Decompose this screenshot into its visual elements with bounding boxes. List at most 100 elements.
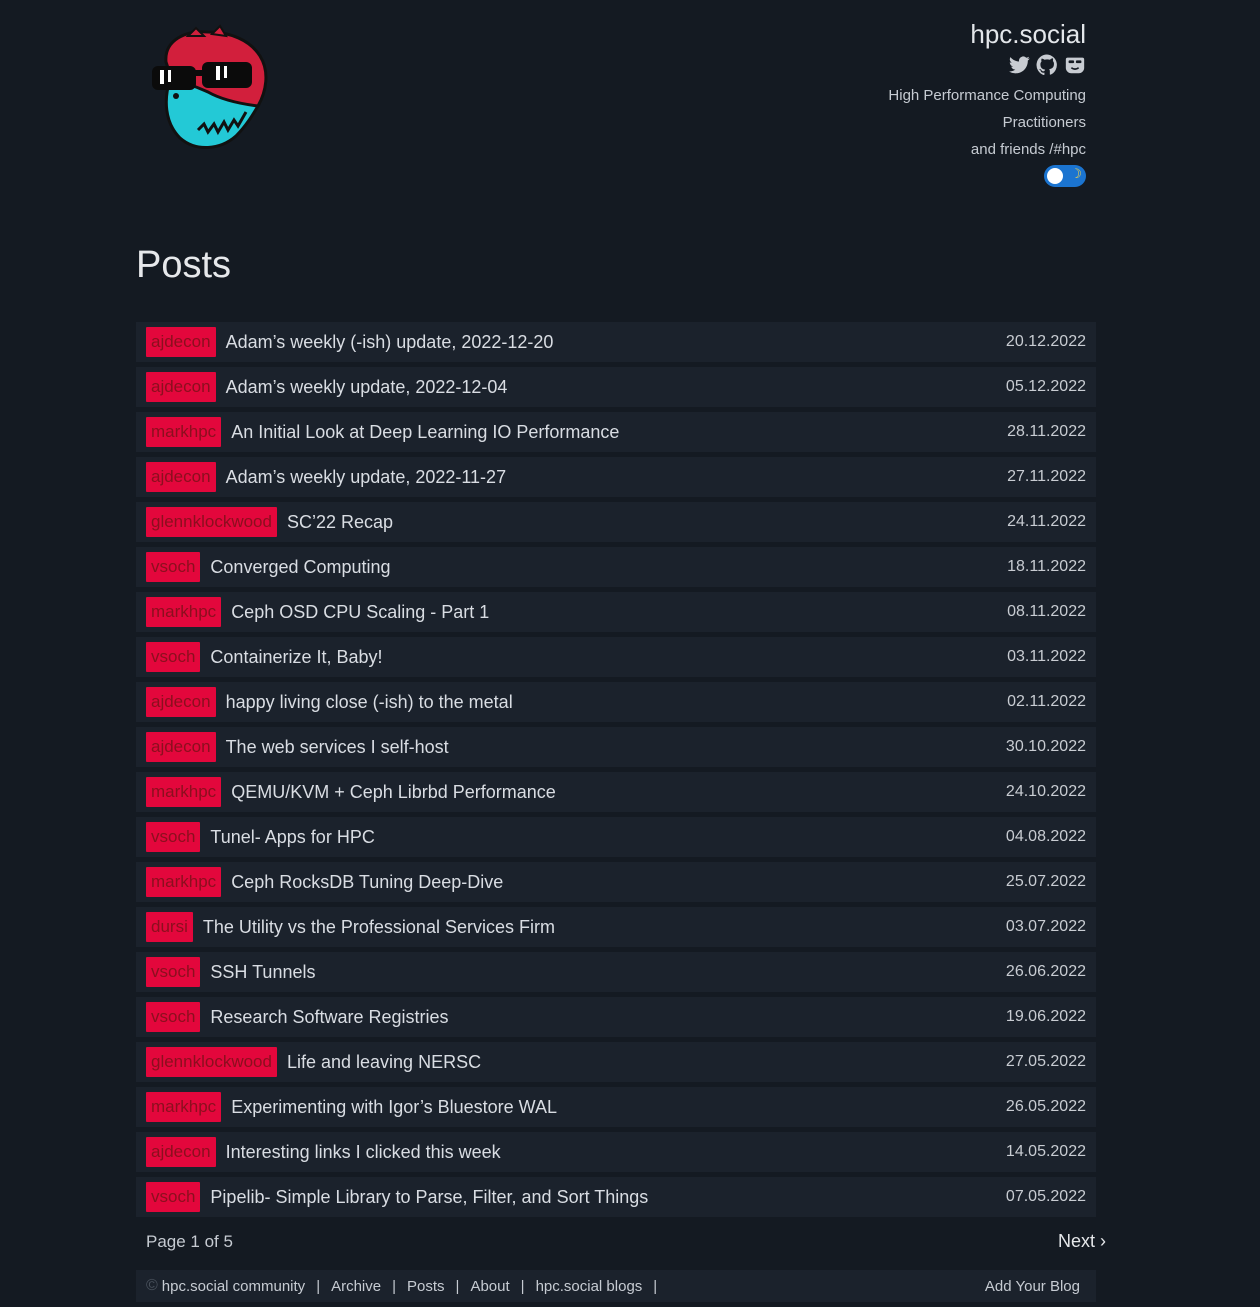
author-badge[interactable]: ajdecon [146, 1137, 216, 1167]
post-title-link[interactable]: Adam’s weekly update, 2022-12-04 [226, 377, 1006, 398]
author-badge[interactable]: markhpc [146, 867, 222, 897]
post-title-link[interactable]: Containerize It, Baby! [210, 647, 1007, 668]
post-row[interactable]: ajdecon happy living close (-ish) to the … [136, 682, 1096, 722]
author-badge[interactable]: vsoch [146, 552, 201, 582]
post-title-link[interactable]: Tunel- Apps for HPC [210, 827, 1006, 848]
divider: | [316, 1277, 321, 1295]
post-row[interactable]: ajdecon Adam’s weekly update, 2022-11-27 2… [136, 457, 1096, 497]
twitter-icon[interactable] [1008, 54, 1030, 76]
post-title-link[interactable]: Adam’s weekly (-ish) update, 2022-12-20 [226, 332, 1006, 353]
author-badge[interactable]: markhpc [146, 1092, 222, 1122]
author-badge[interactable]: ajdecon [146, 687, 216, 717]
author-badge[interactable]: ajdecon [146, 732, 216, 762]
author-badge[interactable]: glennklockwood [146, 507, 277, 537]
author-badge[interactable]: vsoch [146, 957, 201, 987]
post-row[interactable]: ajdecon Adam’s weekly update, 2022-12-04 0… [136, 367, 1096, 407]
site-title[interactable]: hpc.social [888, 18, 1086, 50]
post-title-link[interactable]: Ceph OSD CPU Scaling - Part 1 [231, 602, 1007, 623]
post-date: 08.11.2022 [1007, 603, 1086, 620]
tagline-line: Practitioners [1002, 114, 1086, 131]
post-title-link[interactable]: happy living close (-ish) to the metal [226, 692, 1008, 713]
site-info: hpc.social High Performance Computing Pr… [888, 18, 1086, 187]
post-title-link[interactable]: Pipelib- Simple Library to Parse, Filter… [210, 1187, 1006, 1208]
post-row[interactable]: vsoch Research Software Registries 19.06.2… [136, 997, 1096, 1037]
post-row[interactable]: vsoch Containerize It, Baby! 03.11.2022 [136, 637, 1096, 677]
github-icon[interactable] [1036, 54, 1058, 76]
next-page-link[interactable]: Next › [1058, 1231, 1106, 1252]
post-date: 25.07.2022 [1005, 873, 1086, 890]
post-date: 05.12.2022 [1005, 378, 1086, 395]
footer-link-about[interactable]: About [470, 1278, 509, 1295]
post-title-link[interactable]: Life and leaving NERSC [287, 1052, 1006, 1073]
add-your-blog-link[interactable]: Add Your Blog [985, 1278, 1080, 1295]
author-badge[interactable]: markhpc [146, 417, 222, 447]
post-row[interactable]: vsoch Pipelib- Simple Library to Parse, F… [136, 1177, 1096, 1217]
post-title-link[interactable]: The Utility vs the Professional Services… [203, 917, 1006, 938]
post-title-link[interactable]: Research Software Registries [210, 1007, 1006, 1028]
post-date: 30.10.2022 [1005, 738, 1086, 755]
page-indicator: Page 1 of 5 [146, 1232, 233, 1251]
author-badge[interactable]: markhpc [146, 777, 222, 807]
post-row[interactable]: glennklockwood SC’22 Recap 24.11.2022 [136, 502, 1096, 542]
footer-link-posts[interactable]: Posts [407, 1278, 445, 1295]
post-title-link[interactable]: SC’22 Recap [287, 512, 1007, 533]
post-list: ajdecon Adam’s weekly (-ish) update, 2022… [136, 322, 1096, 1222]
author-badge[interactable]: ajdecon [146, 372, 216, 402]
post-row[interactable]: markhpc Experimenting with Igor’s Bluesto… [136, 1087, 1096, 1127]
footer-link-archive[interactable]: Archive [331, 1278, 381, 1295]
post-date: 03.07.2022 [1005, 918, 1086, 935]
author-badge[interactable]: vsoch [146, 642, 201, 672]
post-date: 03.11.2022 [1007, 648, 1086, 665]
post-title-link[interactable]: Adam’s weekly update, 2022-11-27 [226, 467, 1008, 488]
page-title: Posts [136, 244, 232, 286]
post-title-link[interactable]: Experimenting with Igor’s Bluestore WAL [231, 1097, 1006, 1118]
mastodon-icon[interactable] [1064, 54, 1086, 76]
post-date: 24.11.2022 [1007, 513, 1086, 530]
post-row[interactable]: markhpc Ceph RocksDB Tuning Deep-Dive 25.0… [136, 862, 1096, 902]
post-row[interactable]: markhpc QEMU/KVM + Ceph Librbd Performanc… [136, 772, 1096, 812]
post-date: 26.05.2022 [1005, 1098, 1086, 1115]
site-tagline: High Performance Computing Practitioners… [888, 82, 1086, 163]
author-badge[interactable]: vsoch [146, 822, 201, 852]
author-badge[interactable]: ajdecon [146, 327, 216, 357]
divider: | [520, 1277, 525, 1295]
post-date: 07.05.2022 [1005, 1188, 1086, 1205]
post-title-link[interactable]: Interesting links I clicked this week [226, 1142, 1006, 1163]
copyright-icon: © [146, 1277, 158, 1294]
author-badge[interactable]: ajdecon [146, 462, 216, 492]
post-row[interactable]: ajdecon The web services I self-host 30.10… [136, 727, 1096, 767]
post-title-link[interactable]: The web services I self-host [226, 737, 1006, 758]
pagination: Page 1 of 5 Next › [136, 1228, 1106, 1256]
footer-link-blogs[interactable]: hpc.social blogs [536, 1278, 643, 1295]
post-title-link[interactable]: SSH Tunnels [210, 962, 1006, 983]
post-title-link[interactable]: An Initial Look at Deep Learning IO Perf… [231, 422, 1007, 443]
post-row[interactable]: ajdecon Interesting links I clicked this … [136, 1132, 1096, 1172]
footer-link-community[interactable]: hpc.social community [162, 1278, 305, 1295]
post-row[interactable]: vsoch SSH Tunnels 26.06.2022 [136, 952, 1096, 992]
post-title-link[interactable]: QEMU/KVM + Ceph Librbd Performance [231, 782, 1006, 803]
author-badge[interactable]: glennklockwood [146, 1047, 277, 1077]
social-links [888, 54, 1086, 80]
post-date: 14.05.2022 [1005, 1143, 1086, 1160]
post-row[interactable]: vsoch Converged Computing 18.11.2022 [136, 547, 1096, 587]
post-row[interactable]: markhpc Ceph OSD CPU Scaling - Part 1 08.1… [136, 592, 1096, 632]
dinosaur-sunglasses-logo [152, 24, 268, 150]
theme-toggle[interactable]: ☽ [1044, 165, 1086, 187]
tagline-line: High Performance Computing [888, 87, 1086, 104]
post-row[interactable]: glennklockwood Life and leaving NERSC 27.0… [136, 1042, 1096, 1082]
post-date: 28.11.2022 [1007, 423, 1086, 440]
post-title-link[interactable]: Ceph RocksDB Tuning Deep-Dive [231, 872, 1006, 893]
author-badge[interactable]: vsoch [146, 1182, 201, 1212]
site-logo[interactable] [146, 22, 274, 154]
post-row[interactable]: vsoch Tunel- Apps for HPC 04.08.2022 [136, 817, 1096, 857]
author-badge[interactable]: dursi [146, 912, 193, 942]
post-date: 02.11.2022 [1007, 693, 1086, 710]
post-row[interactable]: dursi The Utility vs the Professional Ser… [136, 907, 1096, 947]
post-row[interactable]: ajdecon Adam’s weekly (-ish) update, 2022… [136, 322, 1096, 362]
post-title-link[interactable]: Converged Computing [210, 557, 1007, 578]
post-row[interactable]: markhpc An Initial Look at Deep Learning … [136, 412, 1096, 452]
author-badge[interactable]: markhpc [146, 597, 222, 627]
post-date: 20.12.2022 [1005, 333, 1086, 350]
author-badge[interactable]: vsoch [146, 1002, 201, 1032]
post-date: 24.10.2022 [1005, 783, 1086, 800]
